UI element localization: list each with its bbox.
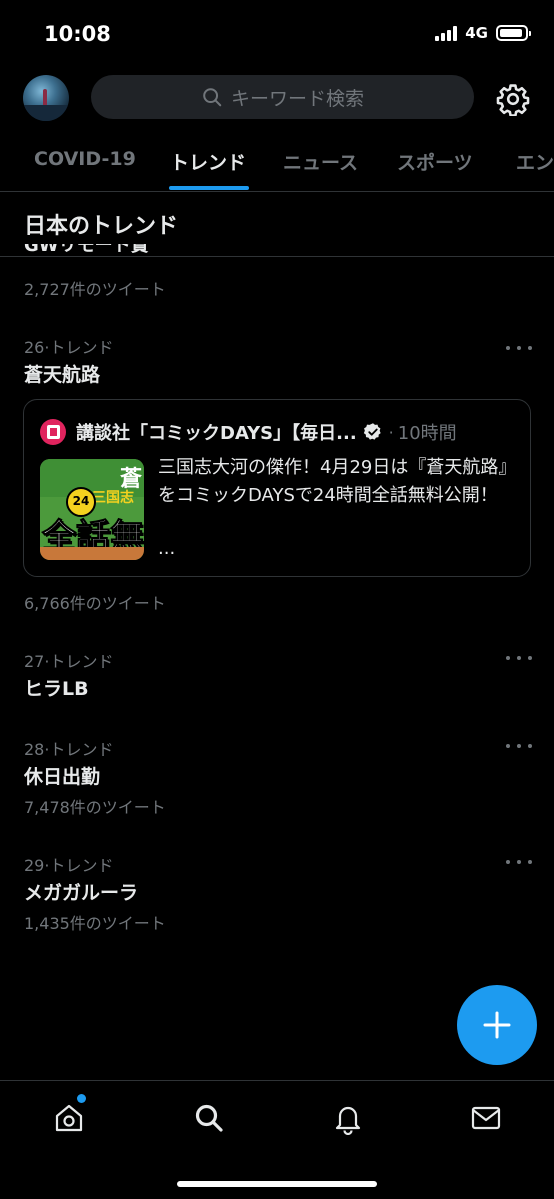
trend-tweet-count: 7,478件のツイート bbox=[24, 798, 166, 817]
trend-name: メガガルーラ bbox=[24, 882, 139, 904]
explore-search-icon[interactable] bbox=[192, 1101, 226, 1135]
status-indicators: 4G bbox=[435, 24, 531, 42]
tweet-card-header: 講談社「コミックDAYS」【毎日... · 10時間 bbox=[40, 419, 457, 445]
trend-rank: 27·トレンド bbox=[24, 652, 114, 671]
thumbnail-subtitle: 三国志 bbox=[92, 490, 134, 506]
compose-button[interactable] bbox=[457, 985, 537, 1065]
trend-rank: 28·トレンド bbox=[24, 740, 114, 759]
publisher-logo bbox=[40, 419, 66, 445]
avatar[interactable] bbox=[23, 75, 69, 121]
trend-name: ヒラLB bbox=[24, 678, 89, 700]
more-icon[interactable] bbox=[506, 852, 532, 872]
bottom-nav bbox=[0, 1080, 554, 1199]
top-header: キーワード検索 bbox=[0, 72, 554, 124]
trend-item[interactable]: 27·トレンド ヒラLB bbox=[0, 648, 554, 708]
network-label: 4G bbox=[465, 24, 488, 42]
tweet-thumbnail: 蒼 三国志 24 全話無 bbox=[40, 459, 144, 560]
trend-item[interactable]: 29·トレンド メガガルーラ 1,435件のツイート bbox=[0, 852, 554, 936]
trend-name: 蒼天航路 bbox=[24, 364, 101, 386]
active-tab-indicator bbox=[169, 186, 249, 190]
bell-icon[interactable] bbox=[331, 1101, 365, 1135]
battery-icon bbox=[496, 25, 531, 41]
tweet-time: 10時間 bbox=[397, 423, 457, 444]
trend-rank: 26·トレンド bbox=[24, 338, 114, 357]
home-notification-dot bbox=[77, 1094, 86, 1103]
more-icon[interactable] bbox=[506, 338, 532, 358]
home-indicator bbox=[177, 1181, 377, 1187]
signal-icon bbox=[435, 25, 458, 41]
status-time: 10:08 bbox=[44, 22, 111, 46]
gear-icon[interactable] bbox=[496, 82, 530, 116]
trend-tweet-count: 2,727件のツイート bbox=[24, 280, 166, 299]
tab-news[interactable]: ニュース bbox=[283, 148, 358, 175]
status-bar: 10:08 4G bbox=[0, 0, 554, 66]
trend-tweet-count: 6,766件のツイート bbox=[24, 594, 166, 613]
verified-icon bbox=[363, 423, 381, 440]
tweet-author: 講談社「コミックDAYS」【毎日... bbox=[76, 423, 357, 444]
search-icon bbox=[203, 88, 222, 107]
more-icon[interactable] bbox=[506, 736, 532, 756]
more-icon[interactable] bbox=[506, 648, 532, 668]
search-placeholder: キーワード検索 bbox=[230, 87, 364, 110]
tab-trends[interactable]: トレンド bbox=[170, 148, 246, 175]
section-divider bbox=[0, 256, 554, 257]
tweet-card[interactable]: 講談社「コミックDAYS」【毎日... · 10時間 蒼 三国志 24 全話無 … bbox=[23, 399, 531, 577]
explore-tabs: COVID-19 トレンド ニュース スポーツ エン bbox=[0, 138, 554, 192]
tweet-separator: · bbox=[388, 422, 394, 442]
tab-covid-19[interactable]: COVID-19 bbox=[34, 148, 136, 170]
plus-icon bbox=[483, 1011, 511, 1039]
tweet-text: 三国志大河の傑作！4月29日は『蒼天航路』をコミックDAYSで24時間全話無料公… bbox=[158, 457, 517, 506]
trend-rank: 29·トレンド bbox=[24, 856, 114, 875]
tab-entertainment[interactable]: エン bbox=[516, 148, 554, 175]
search-input[interactable]: キーワード検索 bbox=[91, 75, 474, 119]
mail-icon[interactable] bbox=[469, 1101, 503, 1135]
trend-item[interactable]: 26·トレンド 蒼天航路 bbox=[0, 334, 554, 404]
section-title: 日本のトレンド bbox=[24, 214, 179, 239]
trend-item[interactable]: 28·トレンド 休日出勤 7,478件のツイート bbox=[0, 736, 554, 820]
tab-sports[interactable]: スポーツ bbox=[397, 148, 473, 175]
home-icon[interactable] bbox=[52, 1101, 86, 1135]
tweet-ellipsis: ... bbox=[158, 538, 176, 559]
trend-tweet-count: 1,435件のツイート bbox=[24, 914, 166, 933]
trend-name: 休日出勤 bbox=[24, 766, 101, 788]
